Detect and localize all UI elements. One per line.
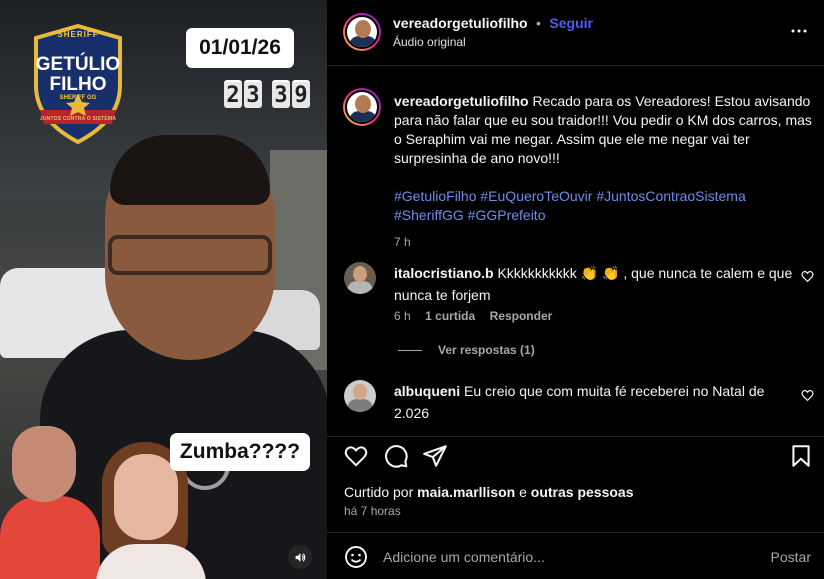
more-options-button[interactable] xyxy=(790,22,808,45)
hashtag-link[interactable]: #EuQueroTeOuvir xyxy=(480,188,592,204)
save-bookmark-icon[interactable] xyxy=(788,443,814,469)
comment-item: italocristiano.b Kkkkkkkkkkk 👏 👏 , que n… xyxy=(394,262,794,306)
logo-name-line2: FILHO xyxy=(49,74,107,95)
post-timestamp: há 7 horas xyxy=(344,504,401,518)
caption-author-avatar[interactable] xyxy=(343,88,381,126)
clock-digit: 3 xyxy=(272,80,290,108)
inset-person-man xyxy=(0,426,100,579)
speaker-glasses xyxy=(108,235,272,275)
liked-by-others[interactable]: outras pessoas xyxy=(531,484,634,500)
post-action-bar xyxy=(327,436,824,476)
liked-by-prefix: Curtido por xyxy=(344,484,414,500)
reel-video[interactable]: SHERIFF GETÚLIO FILHO SHERIFF GG JUNTOS … xyxy=(0,0,327,579)
speaker-hair xyxy=(110,135,270,205)
hashtag-list: #GetulioFilho #EuQueroTeOuvir #JuntosCon… xyxy=(394,187,819,225)
caption-time: 7 h xyxy=(394,235,411,249)
header-title-row: vereadorgetuliofilho • Seguir xyxy=(393,15,593,33)
comment-time: 6 h xyxy=(394,309,411,323)
hashtag-link[interactable]: #GetulioFilho xyxy=(394,188,477,204)
date-overlay: 01/01/26 xyxy=(186,28,294,68)
author-avatar[interactable] xyxy=(343,13,381,51)
speaker-icon xyxy=(295,552,305,562)
logo-subtitle: SHERIFF GG xyxy=(59,95,97,101)
comment-like-heart-icon[interactable] xyxy=(801,389,814,402)
view-replies-button[interactable]: Ver respostas (1) xyxy=(438,343,535,357)
share-send-icon[interactable] xyxy=(422,443,448,469)
clock-digit: 3 xyxy=(244,80,262,108)
emoji-icon[interactable] xyxy=(344,545,368,569)
liked-by-text: Curtido por maia.marllison e outras pess… xyxy=(344,484,634,500)
comment-meta: 6 h 1 curtida Responder xyxy=(394,307,552,325)
comment-username[interactable]: italocristiano.b xyxy=(394,265,494,281)
audio-toggle-button[interactable] xyxy=(288,545,312,569)
like-heart-icon[interactable] xyxy=(343,443,369,469)
follow-button[interactable]: Seguir xyxy=(549,15,593,31)
liked-by-user[interactable]: maia.marllison xyxy=(417,484,515,500)
separator-dot: • xyxy=(536,15,541,31)
hashtag-link[interactable]: #GGPrefeito xyxy=(468,207,546,223)
reply-button[interactable]: Responder xyxy=(490,309,553,323)
add-comment-bar: Postar xyxy=(327,532,824,579)
logo-slogan: JUNTOS CONTRA O SISTEMA xyxy=(39,116,117,122)
post-comment-button[interactable]: Postar xyxy=(771,549,811,565)
audio-label[interactable]: Áudio original xyxy=(393,35,466,49)
comment-like-heart-icon[interactable] xyxy=(801,270,814,283)
flip-clock: 2 3 3 9 xyxy=(224,80,310,108)
caption-overlay: Zumba???? xyxy=(170,433,310,471)
comment-item: albuqueni Eu creio que com muita fé rece… xyxy=(394,380,794,424)
logo-sheriff-text: SHERIFF xyxy=(57,30,99,39)
clock-digit: 2 xyxy=(224,80,242,108)
caption-username[interactable]: vereadorgetuliofilho xyxy=(394,93,529,109)
logo-name-line1: GETÚLIO xyxy=(35,54,121,75)
commenter-avatar[interactable] xyxy=(344,262,376,294)
replies-divider-line xyxy=(398,350,422,351)
post-header: vereadorgetuliofilho • Seguir Áudio orig… xyxy=(327,0,824,66)
comment-username[interactable]: albuqueni xyxy=(394,383,460,399)
author-username[interactable]: vereadorgetuliofilho xyxy=(393,15,528,31)
comment-input[interactable] xyxy=(383,545,753,569)
sheriff-badge-logo: SHERIFF GETÚLIO FILHO SHERIFF GG JUNTOS … xyxy=(32,24,124,144)
post-panel: vereadorgetuliofilho • Seguir Áudio orig… xyxy=(327,0,824,579)
liked-by-conj: e xyxy=(519,484,527,500)
post-caption: vereadorgetuliofilho Recado para os Vere… xyxy=(394,92,819,252)
clock-digit: 9 xyxy=(292,80,310,108)
comment-likes-count[interactable]: 1 curtida xyxy=(425,309,475,323)
more-horizontal-icon xyxy=(791,29,807,33)
comment-bubble-icon[interactable] xyxy=(383,443,409,469)
hashtag-link[interactable]: #SheriffGG xyxy=(394,207,464,223)
commenter-avatar[interactable] xyxy=(344,380,376,412)
hashtag-link[interactable]: #JuntosContraoSistema xyxy=(596,188,745,204)
